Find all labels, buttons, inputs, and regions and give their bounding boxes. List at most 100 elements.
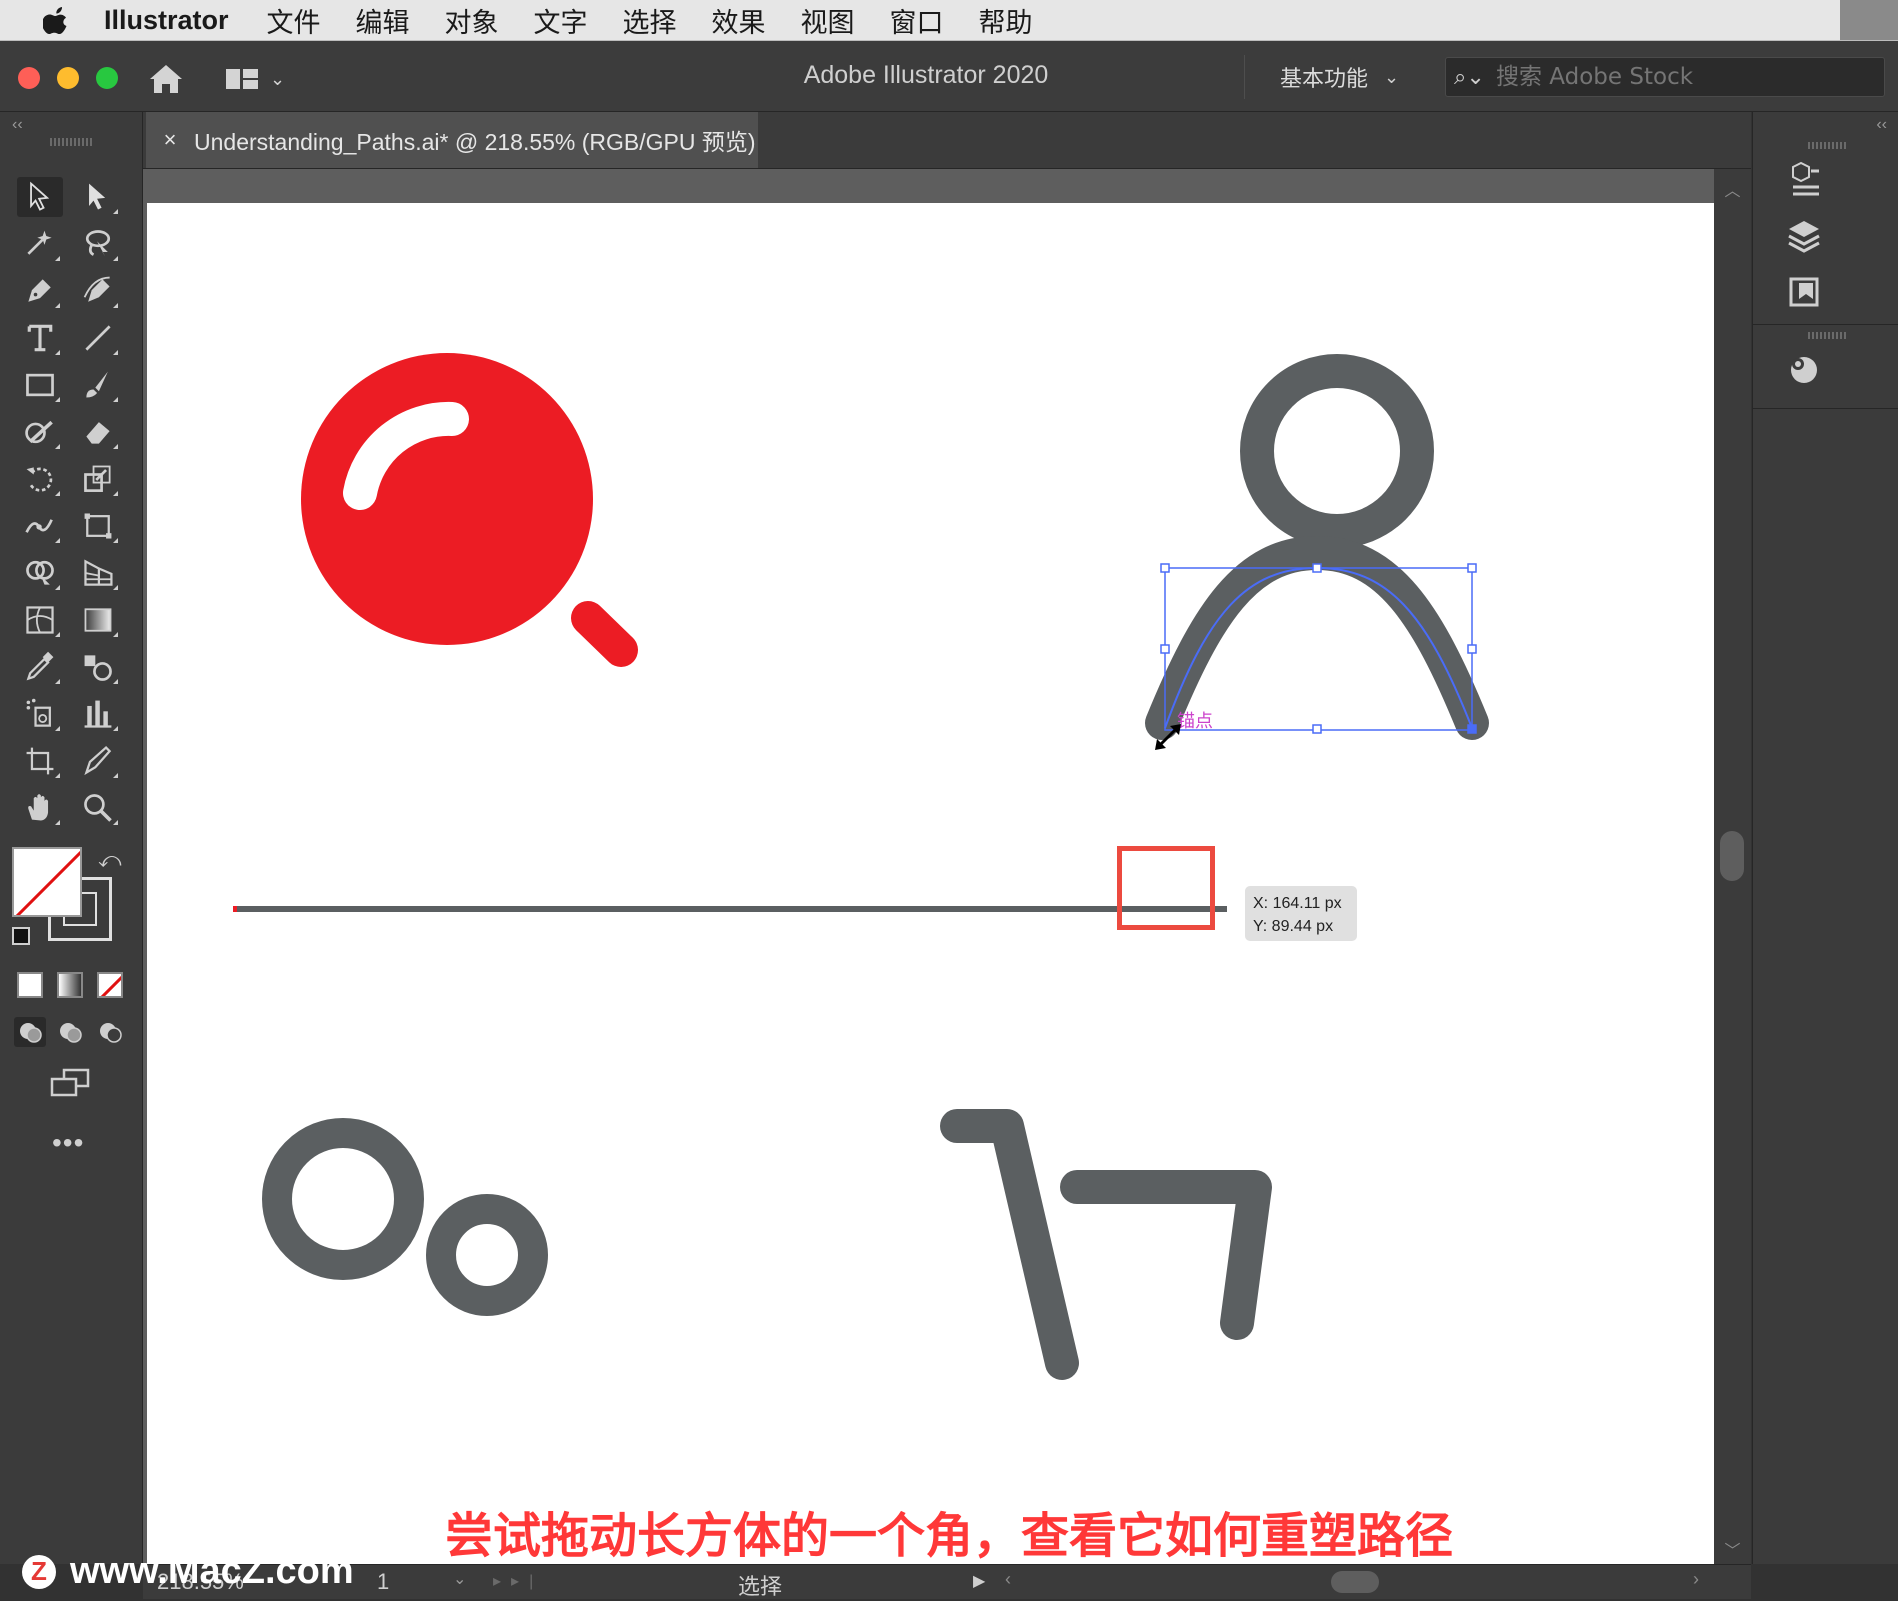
artboard-nav-icons[interactable]: ▸▸| <box>493 1571 543 1591</box>
menu-window[interactable]: 窗口 <box>890 1 944 40</box>
slice-icon <box>84 746 112 776</box>
curvature-tool[interactable] <box>75 271 121 311</box>
gradient-tool[interactable] <box>75 600 121 640</box>
document-tab[interactable]: × Understanding_Paths.ai* @ 218.55% (RGB… <box>146 112 758 168</box>
zoom-tool[interactable] <box>75 788 121 828</box>
search-artwork[interactable] <box>301 353 638 667</box>
close-tab-icon[interactable]: × <box>146 127 194 153</box>
shaper-tool[interactable] <box>17 412 63 452</box>
free-transform-icon <box>84 513 112 539</box>
panel-grip[interactable] <box>1808 332 1848 339</box>
gradient-mode-button[interactable] <box>57 972 83 998</box>
shape-builder-tool[interactable] <box>17 553 63 593</box>
menu-view[interactable]: 视图 <box>801 1 855 40</box>
line-segment-icon <box>85 325 111 351</box>
rotate-icon <box>26 467 53 492</box>
width-tool[interactable] <box>17 506 63 546</box>
draw-normal-icon[interactable] <box>14 1017 46 1047</box>
panel-grip[interactable] <box>1808 142 1848 149</box>
curvature-icon <box>83 276 110 302</box>
eraser-tool[interactable] <box>75 412 121 452</box>
menu-file[interactable]: 文件 <box>267 1 321 40</box>
menu-effect[interactable]: 效果 <box>712 1 766 40</box>
pen-tool[interactable] <box>17 271 63 311</box>
libraries-panel-icon[interactable] <box>1779 270 1829 314</box>
slice-tool[interactable] <box>75 741 121 781</box>
color-mode-button[interactable] <box>17 972 43 998</box>
status-mode[interactable]: 选择 <box>738 1569 782 1601</box>
panel-grip[interactable] <box>50 138 92 146</box>
fill-stroke-swatches[interactable]: ⤺ <box>12 847 122 945</box>
symbol-sprayer-tool[interactable] <box>17 694 63 734</box>
draw-inside-icon[interactable] <box>94 1017 126 1047</box>
draw-behind-icon[interactable] <box>54 1017 86 1047</box>
menu-edit[interactable]: 编辑 <box>356 1 410 40</box>
paintbrush-tool[interactable] <box>75 365 121 405</box>
type-tool[interactable] <box>17 318 63 358</box>
play-icon[interactable]: ▶ <box>973 1571 985 1591</box>
menu-select[interactable]: 选择 <box>623 1 677 40</box>
search-icon[interactable]: ⌕⌄ <box>1454 64 1494 90</box>
menu-type[interactable]: 文字 <box>534 1 588 40</box>
magic-wand-tool[interactable] <box>17 224 63 264</box>
mesh-tool[interactable] <box>17 600 63 640</box>
selection-tool[interactable] <box>17 177 63 217</box>
app-menu-illustrator[interactable]: Illustrator <box>104 5 229 36</box>
apple-icon[interactable] <box>38 1 76 39</box>
appearance-panel-icon[interactable] <box>1779 348 1829 392</box>
group-artwork[interactable] <box>262 1118 548 1316</box>
direct-selection-tool[interactable] <box>75 177 121 217</box>
blend-tool[interactable] <box>75 647 121 687</box>
scroll-left-icon[interactable]: ‹ <box>1005 1569 1011 1590</box>
scroll-up-icon[interactable]: ︿ <box>1714 177 1751 201</box>
vertical-scroll-thumb[interactable] <box>1720 831 1744 881</box>
transform-readout: X: 164.11 px Y: 89.44 px <box>1245 886 1357 941</box>
menubar-status-item[interactable] <box>1840 0 1898 40</box>
horizontal-scroll-thumb[interactable] <box>1331 1571 1379 1593</box>
swap-fill-stroke-icon[interactable]: ⤺ <box>98 847 122 873</box>
cart-artwork[interactable] <box>940 1109 1272 1380</box>
gradient-icon <box>84 608 112 632</box>
rotate-tool[interactable] <box>17 459 63 499</box>
edit-toolbar-icon[interactable]: ••• <box>52 1127 84 1159</box>
layers-panel-icon[interactable] <box>1779 214 1829 258</box>
fill-swatch[interactable] <box>12 847 82 917</box>
status-bar: 218.55% 1 ⌄ ▸▸| 选择 ▶ ‹ › <box>143 1564 1751 1601</box>
screen-mode-icon[interactable] <box>48 1067 94 1101</box>
user-artwork[interactable] <box>1145 354 1489 740</box>
scroll-right-icon[interactable]: › <box>1693 1569 1699 1590</box>
chevron-down-icon[interactable]: ⌄ <box>453 1569 466 1589</box>
artboard-number[interactable]: 1 <box>377 1569 389 1595</box>
zoom-icon <box>84 794 112 822</box>
menu-help[interactable]: 帮助 <box>979 1 1033 40</box>
free-transform-tool[interactable] <box>75 506 121 546</box>
collapse-panel-icon[interactable]: ‹‹ <box>1876 116 1887 134</box>
collapse-panel-icon[interactable]: ‹‹ <box>12 116 23 134</box>
vertical-scrollbar[interactable]: ︿ ﹀ <box>1714 169 1751 1564</box>
tutorial-highlight-box <box>1117 846 1215 930</box>
perspective-grid-tool[interactable] <box>75 553 121 593</box>
right-panel-dock: ‹‹ <box>1752 112 1898 1564</box>
artboard-tool[interactable] <box>17 741 63 781</box>
scale-tool[interactable] <box>75 459 121 499</box>
none-mode-button[interactable] <box>97 972 123 998</box>
stock-search-field[interactable]: ⌕⌄ <box>1445 57 1885 97</box>
default-fill-stroke-icon[interactable] <box>12 927 30 945</box>
menu-object[interactable]: 对象 <box>445 1 499 40</box>
menu-bar: Illustrator 文件 编辑 对象 文字 选择 效果 视图 窗口 帮助 <box>0 0 1898 41</box>
canvas-area[interactable]: 锚点 <box>143 169 1714 1564</box>
panel-separator <box>1753 324 1898 325</box>
width-icon <box>25 519 53 533</box>
hand-tool[interactable] <box>17 788 63 828</box>
properties-panel-icon[interactable] <box>1779 158 1829 202</box>
chevron-down-icon: ⌄ <box>1384 66 1400 88</box>
artboard[interactable]: 锚点 <box>147 203 1714 1564</box>
rectangle-tool[interactable] <box>17 365 63 405</box>
line-segment-tool[interactable] <box>75 318 121 358</box>
column-graph-tool[interactable] <box>75 694 121 734</box>
eraser-icon <box>86 422 110 444</box>
workspace-switcher[interactable]: 基本功能 ⌄ <box>1244 55 1434 99</box>
lasso-tool[interactable] <box>75 224 121 264</box>
eyedropper-tool[interactable] <box>17 647 63 687</box>
stock-search-input[interactable] <box>1494 63 1878 91</box>
